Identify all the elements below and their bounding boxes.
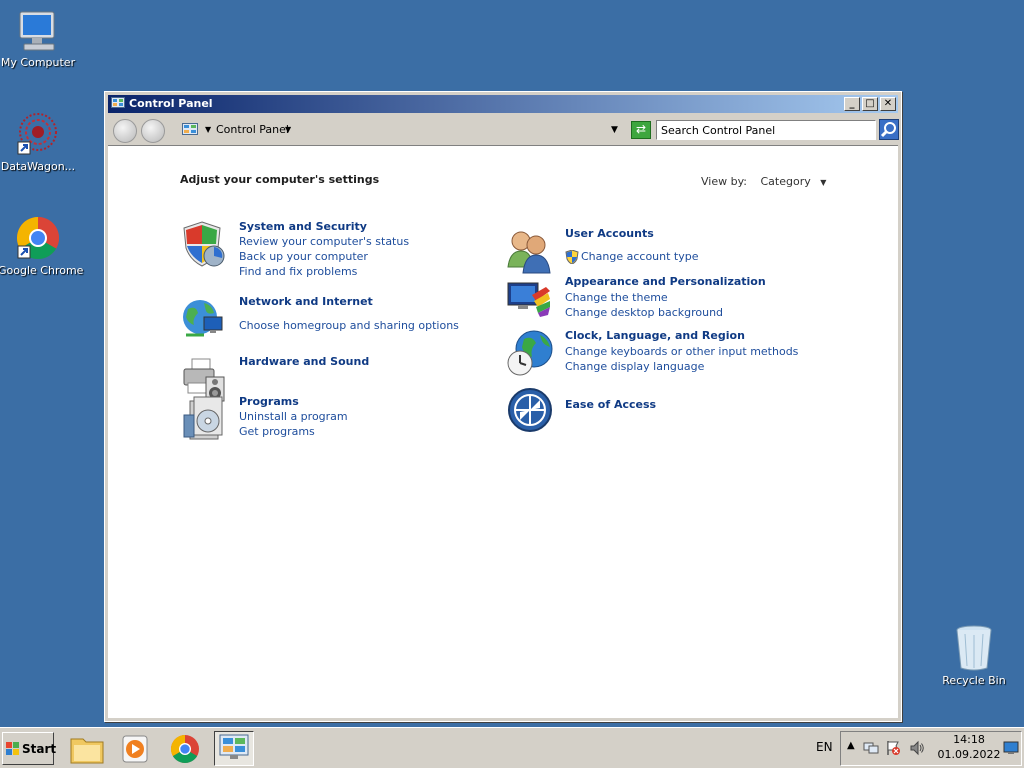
desktop-icon-recycle-bin[interactable]: Recycle Bin	[934, 624, 1014, 687]
desktop-icon-datawagon[interactable]: DataWagon...	[0, 110, 78, 173]
control-panel-window: Control Panel _ □ ✕ ▼ Control Panel ▼ ▼ …	[104, 91, 902, 722]
clock-time: 14:18	[953, 733, 985, 746]
start-button[interactable]: Start	[2, 732, 57, 765]
volume-icon[interactable]	[909, 740, 925, 756]
task-link[interactable]: Get programs	[239, 425, 315, 438]
category-title[interactable]: Appearance and Personalization	[565, 275, 766, 288]
network-icon[interactable]	[863, 740, 879, 756]
taskbar-chrome[interactable]	[165, 731, 205, 766]
category-title[interactable]: Hardware and Sound	[239, 355, 369, 368]
desktop-icon-my-computer[interactable]: My Computer	[0, 10, 78, 69]
task-link[interactable]: Change display language	[565, 360, 704, 373]
task-link[interactable]: Change desktop background	[565, 306, 723, 319]
taskbar: Start EN ▲ 14:18 01.09.2022	[0, 727, 1024, 768]
search-button[interactable]	[879, 119, 899, 140]
windows-logo-icon	[6, 742, 19, 755]
task-link[interactable]: Change keyboards or other input methods	[565, 345, 798, 358]
window-title: Control Panel	[129, 97, 213, 110]
content-area: Adjust your computer's settings View by:…	[108, 145, 898, 718]
chevron-up-icon[interactable]: ▲	[847, 740, 855, 751]
task-link[interactable]: Change account type	[581, 250, 699, 263]
globe-clock-icon	[507, 330, 553, 376]
network-globe-icon	[183, 300, 223, 337]
view-by-label: View by:	[701, 175, 747, 188]
close-button[interactable]: ✕	[880, 97, 896, 111]
folder-icon	[70, 738, 104, 764]
action-center-flag-icon[interactable]	[885, 740, 901, 756]
media-player-icon	[122, 735, 148, 763]
control-panel-icon	[182, 123, 198, 135]
taskbar-media-player[interactable]	[115, 731, 155, 766]
task-link[interactable]: Change the theme	[565, 291, 668, 304]
maximize-button[interactable]: □	[862, 97, 878, 111]
view-by-selector[interactable]: View by: Category ▼	[701, 175, 826, 188]
forward-button[interactable]	[141, 119, 165, 143]
desktop-icon-label: My Computer	[0, 56, 76, 69]
taskbar-explorer[interactable]	[67, 731, 107, 766]
desktop-icon-label: Google Chrome	[0, 264, 84, 277]
address-history-dropdown[interactable]: ▼	[611, 120, 618, 140]
appearance-icon	[507, 282, 550, 317]
title-bar[interactable]: Control Panel _ □ ✕	[108, 95, 898, 113]
control-panel-icon	[111, 97, 125, 108]
control-panel-icon	[219, 734, 249, 759]
task-link[interactable]: Back up your computer	[239, 250, 368, 263]
category-title[interactable]: Programs	[239, 395, 299, 408]
chrome-icon	[16, 217, 60, 260]
clock-date: 01.09.2022	[937, 748, 1001, 761]
task-link[interactable]: Find and fix problems	[239, 265, 357, 278]
search-input[interactable]	[656, 120, 876, 140]
back-button[interactable]	[113, 119, 137, 143]
category-title[interactable]: Clock, Language, and Region	[565, 329, 745, 342]
chevron-down-icon[interactable]: ▼	[205, 120, 211, 140]
language-indicator[interactable]: EN	[816, 740, 833, 754]
navigation-toolbar: ▼ Control Panel ▼ ▼ ⇄	[108, 116, 899, 144]
chrome-icon	[170, 735, 199, 764]
shield-icon	[183, 221, 225, 267]
chevron-down-icon[interactable]: ▼	[820, 178, 826, 187]
page-title: Adjust your computer's settings	[180, 173, 380, 186]
start-label: Start	[22, 742, 57, 756]
desktop-icon-label: DataWagon...	[0, 160, 76, 173]
minimize-button[interactable]: _	[844, 97, 860, 111]
breadcrumb[interactable]: Control Panel	[216, 120, 289, 140]
programs-icon	[183, 396, 223, 440]
clock[interactable]: 14:18 01.09.2022	[934, 732, 1004, 762]
uac-shield-icon	[565, 250, 579, 264]
refresh-button[interactable]: ⇄	[631, 121, 651, 139]
category-title[interactable]: System and Security	[239, 220, 367, 233]
show-desktop-icon[interactable]	[1003, 741, 1019, 755]
ease-of-access-icon	[508, 388, 552, 432]
address-bar[interactable]: ▼ Control Panel ▼ ▼	[178, 120, 626, 140]
task-link[interactable]: Choose homegroup and sharing options	[239, 319, 459, 332]
category-title[interactable]: Network and Internet	[239, 295, 373, 308]
taskbar-control-panel[interactable]	[214, 731, 254, 766]
search-icon	[880, 122, 896, 138]
category-title[interactable]: Ease of Access	[565, 398, 656, 411]
datawagon-icon	[17, 113, 57, 155]
refresh-icon: ⇄	[635, 122, 647, 136]
desktop-icon-chrome[interactable]: Google Chrome	[0, 214, 84, 277]
computer-icon	[19, 11, 55, 51]
users-icon	[507, 231, 551, 274]
task-link[interactable]: Uninstall a program	[239, 410, 348, 423]
recycle-bin-icon	[956, 625, 992, 671]
desktop-icon-label: Recycle Bin	[942, 674, 1006, 687]
chevron-down-icon[interactable]: ▼	[285, 120, 291, 140]
category-title[interactable]: User Accounts	[565, 227, 654, 240]
view-by-value[interactable]: Category	[761, 175, 811, 188]
task-link[interactable]: Review your computer's status	[239, 235, 409, 248]
